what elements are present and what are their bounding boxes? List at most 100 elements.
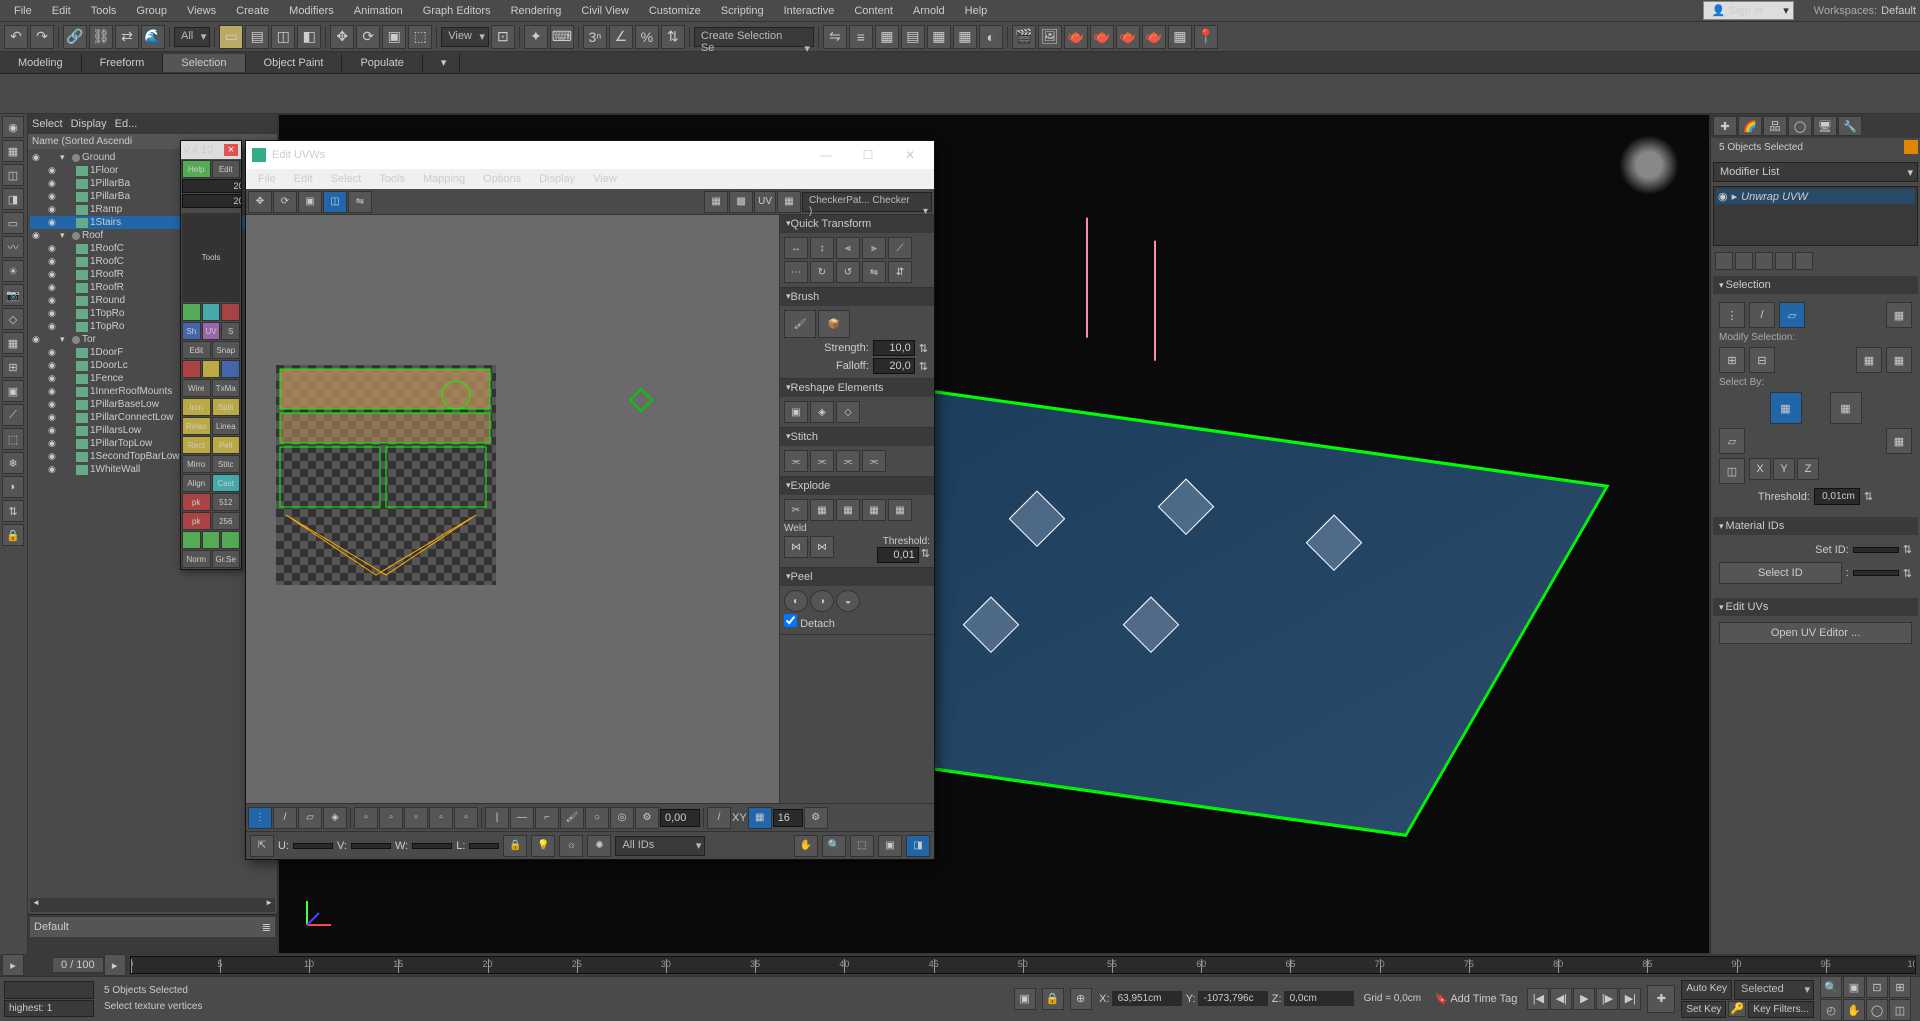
uv-canvas[interactable] [246, 215, 779, 803]
time-tag[interactable]: 🔖 Add Time Tag [1431, 991, 1521, 1007]
manipulate-button[interactable]: ✦ [524, 25, 548, 49]
vertex-subobj-button[interactable]: ⋮ [1719, 302, 1745, 328]
x-axis-button[interactable]: X [1749, 458, 1771, 480]
layers-button[interactable]: ▦ [875, 25, 899, 49]
edit-uvs-header[interactable]: Edit UVs [1713, 598, 1918, 616]
pan-view-button[interactable]: ✋ [1843, 999, 1865, 1021]
menu-scripting[interactable]: Scripting [711, 1, 774, 21]
qt-fliph-button[interactable]: ⇋ [862, 261, 886, 283]
uv-titlebar[interactable]: Edit UVWs — ☐ ✕ [246, 141, 934, 169]
uv-snapval-field[interactable]: 16 [773, 809, 803, 827]
aux-g1-button[interactable] [182, 531, 201, 549]
uv-w-field[interactable] [412, 843, 452, 849]
aux-pk2-button[interactable]: pk [182, 512, 211, 530]
zoom-ext-button[interactable]: ⊡ [1866, 976, 1888, 998]
uv-tv2-button[interactable]: ▫ [379, 807, 403, 829]
layer-explorer-button[interactable]: ◉ [2, 116, 24, 138]
minimize-button[interactable]: — [808, 148, 844, 162]
aux-c-button[interactable] [221, 303, 240, 321]
uv-u-field[interactable] [293, 843, 333, 849]
rotate-button[interactable]: ⟳ [356, 25, 380, 49]
render-button[interactable]: 🫖 [1064, 25, 1088, 49]
tab-populate[interactable]: Populate [342, 54, 422, 72]
uv-align3-button[interactable]: ⌐ [535, 807, 559, 829]
redo-button[interactable]: ↷ [30, 25, 54, 49]
maxscript-listener[interactable]: highest: 1 [4, 1000, 94, 1017]
y-field[interactable]: -1073,796c [1198, 991, 1268, 1006]
viewcube[interactable] [1619, 135, 1679, 195]
prev-frame-button[interactable]: ◀| [1550, 988, 1572, 1010]
aux-r1-button[interactable] [182, 360, 201, 378]
aux-align-button[interactable]: Align [182, 474, 211, 492]
visibility-icon[interactable]: ◉ [48, 256, 60, 267]
toggle-ribbon-button[interactable]: ▤ [901, 25, 925, 49]
uv-line-button[interactable]: / [707, 807, 731, 829]
stack-item-unwrap[interactable]: ◉▸Unwrap UVW [1716, 189, 1915, 204]
filter-bones-button[interactable]: ⟋ [2, 404, 24, 426]
expand-icon[interactable]: ▾ [60, 152, 70, 163]
render-online-button[interactable]: ▦ [1168, 25, 1192, 49]
weld-all-button[interactable]: ⋈ [810, 536, 834, 558]
scene-edit-menu[interactable]: Ed... [115, 118, 138, 130]
tab-selection[interactable]: Selection [163, 54, 245, 72]
aux-a-button[interactable] [182, 303, 201, 321]
schematic-view-button[interactable]: ▦ [953, 25, 977, 49]
menu-file[interactable]: File [4, 1, 42, 21]
spinner-arrows-icon[interactable]: ⇅ [1864, 490, 1873, 503]
abs-transform-button[interactable]: ⊕ [1070, 988, 1092, 1010]
uv-l-field[interactable] [469, 843, 499, 849]
modify-tab[interactable]: 🌈 [1738, 116, 1762, 136]
uv-align1-button[interactable]: | [485, 807, 509, 829]
display-tab[interactable]: 🖥 [1813, 116, 1837, 136]
select-matid-button[interactable]: ▦ [1830, 392, 1862, 424]
keymode-dropdown[interactable]: Selected [1734, 980, 1814, 1000]
visibility-icon[interactable]: ◉ [48, 191, 60, 202]
uv-tv1-button[interactable]: ▫ [354, 807, 378, 829]
stitch-src-button[interactable]: ⫘ [784, 450, 808, 472]
uv-vert-button[interactable]: ⋮ [248, 807, 272, 829]
visibility-icon[interactable]: ◉ [48, 373, 60, 384]
scene-select-menu[interactable]: Select [32, 118, 63, 130]
filter-lights-button[interactable]: ☀ [2, 260, 24, 282]
render-iter-button[interactable]: 🫖 [1116, 25, 1140, 49]
hierarchy-tab[interactable]: 品 [1763, 116, 1787, 136]
mirror-button[interactable]: ⇋ [823, 25, 847, 49]
maxscript-mini[interactable] [4, 981, 94, 999]
move-button[interactable]: ✥ [330, 25, 354, 49]
straighten-button[interactable]: ▣ [784, 401, 808, 423]
uv-menu-display[interactable]: Display [531, 171, 583, 187]
uv-mirror-button[interactable]: ⇋ [348, 191, 372, 213]
render-setup-button[interactable]: 🎬 [1012, 25, 1036, 49]
z-field[interactable]: 0,0cm [1284, 991, 1354, 1006]
unlink-button[interactable]: ⛓ [89, 25, 113, 49]
tab-freeform[interactable]: Freeform [82, 54, 164, 72]
select-region-button[interactable]: ◫ [271, 25, 295, 49]
menu-views[interactable]: Views [177, 1, 226, 21]
select-by-element-button[interactable]: ▦ [1886, 302, 1912, 328]
paint-move-button[interactable]: 🖌 [784, 310, 816, 338]
isolate-button[interactable]: ▣ [1014, 988, 1036, 1010]
uv-texture-dropdown[interactable]: CheckerPat... Checker ) [802, 192, 932, 212]
filter-hidden-button[interactable]: ◗ [2, 476, 24, 498]
qt-align-right-button[interactable]: ⫸ [862, 237, 886, 259]
modifier-stack[interactable]: ◉▸Unwrap UVW [1713, 186, 1918, 246]
flatten-button[interactable]: ▦ [836, 499, 860, 521]
aux-256-button[interactable]: 256 [212, 512, 241, 530]
visibility-icon[interactable]: ◉ [48, 308, 60, 319]
aux-sblue-button[interactable]: Sh [182, 322, 201, 340]
aux-cast-button[interactable]: Cast [212, 474, 241, 492]
workspace-dropdown[interactable]: Default [1881, 5, 1916, 17]
aux-iron-button[interactable]: Iron [182, 398, 211, 416]
uv-zoom-button[interactable]: 🔍 [822, 835, 846, 857]
percent-snap-button[interactable]: % [635, 25, 659, 49]
uv-showmap-button[interactable]: ▦ [704, 191, 728, 213]
uv-gear-button[interactable]: ⚙ [635, 807, 659, 829]
y-axis-button[interactable]: Y [1773, 458, 1795, 480]
link-button[interactable]: 🔗 [63, 25, 87, 49]
tab-objectpaint[interactable]: Object Paint [246, 54, 343, 72]
scale-button[interactable]: ▣ [382, 25, 406, 49]
stitch-custom-button[interactable]: ⫘ [862, 450, 886, 472]
lock-selection-button[interactable]: 🔒 [1042, 988, 1064, 1010]
ribbon-expand-button[interactable]: ▾ [423, 53, 460, 72]
keyfilters-button[interactable]: Key Filters... [1748, 1001, 1814, 1018]
